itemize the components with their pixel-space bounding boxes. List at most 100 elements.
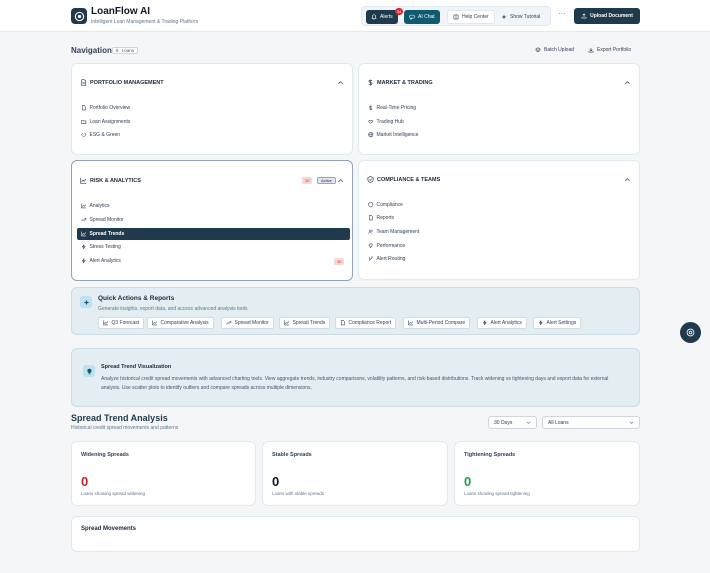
loans-count: 8: [116, 48, 119, 53]
loan-filter-select[interactable]: All Loans: [542, 416, 640, 429]
chevron-up-icon[interactable]: [624, 176, 631, 183]
layers-icon: [535, 47, 541, 53]
help-center-button[interactable]: Help Center: [447, 10, 495, 24]
dollar-icon: [368, 79, 373, 86]
sidebar-item-analytics[interactable]: Analytics: [77, 200, 350, 212]
more-menu-button[interactable]: ···: [558, 9, 566, 18]
spread-trend-info-panel: Spread Trend Visualization Analyze histo…: [71, 348, 640, 407]
sidebar-item-portfolio-overview[interactable]: Portfolio Overview: [77, 102, 350, 114]
compliance-teams-header[interactable]: COMPLIANCE & TEAMS: [367, 176, 440, 183]
compliance-report-button[interactable]: Compliance Report: [335, 317, 397, 329]
stat-note: Loans with stable spreads: [272, 491, 325, 496]
lightning-icon: [81, 244, 86, 250]
sidebar-item-trading-hub[interactable]: Trading Hub: [364, 116, 637, 128]
sidebar-item-label: Spread Trends: [89, 231, 125, 237]
sidebar-item-team-management[interactable]: Team Management: [364, 226, 637, 238]
sidebar-item-label: Analytics: [89, 203, 110, 209]
loans-count-label: Loans: [121, 48, 135, 53]
sidebar-item-spread-trends[interactable]: Spread Trends: [77, 228, 350, 240]
line-chart-icon: [81, 231, 87, 237]
ai-chat-button[interactable]: AI Chat: [404, 10, 440, 24]
sidebar-item-loan-assignments[interactable]: Loan Assignments: [77, 116, 350, 128]
chevron-up-icon[interactable]: [337, 177, 344, 184]
floating-help-button[interactable]: [680, 322, 701, 343]
sparkle-icon: [501, 14, 507, 20]
spread-monitor-button[interactable]: Spread Monitor: [221, 317, 274, 329]
alert-analytics-button[interactable]: Alert Analytics: [477, 317, 527, 329]
spread-trend-analysis-subtitle: Historical credit spread movements and p…: [71, 425, 179, 431]
chevron-up-icon[interactable]: [337, 79, 344, 86]
file-icon: [82, 105, 86, 111]
line-chart-icon: [103, 320, 109, 326]
users-icon: [368, 230, 373, 234]
portfolio-management-header[interactable]: PORTFOLIO MANAGEMENT: [80, 79, 164, 86]
sidebar-item-label: Compliance: [376, 202, 403, 208]
show-tutorial-button[interactable]: Show Tutorial: [496, 10, 545, 24]
export-portfolio-button[interactable]: Export Portfolio: [588, 47, 631, 53]
sidebar-item-compliance[interactable]: Compliance: [364, 199, 637, 211]
lightbulb-icon: [86, 368, 92, 374]
period-select-value: 30 Days: [494, 419, 513, 426]
sidebar-item-alert-routing[interactable]: Alert Routing: [364, 253, 637, 265]
document-icon: [341, 320, 345, 326]
alerts-label: Alerts: [380, 14, 393, 20]
sidebar-item-real-time-pricing[interactable]: Real-Time Pricing: [364, 102, 637, 114]
upload-icon: [581, 13, 587, 19]
sidebar-item-label: Alert Analytics: [89, 258, 121, 264]
period-select[interactable]: 30 Days: [488, 416, 537, 429]
batch-upload-label: Batch Upload: [544, 47, 575, 53]
loan-filter-value: All Loans: [548, 419, 569, 426]
multi-period-compare-button[interactable]: Multi-Period Compare: [403, 317, 471, 329]
spread-trends-button[interactable]: Spread Trends: [279, 317, 331, 329]
stat-title: Widening Spreads: [81, 452, 129, 458]
help-center-label: Help Center: [462, 14, 489, 20]
alerts-button[interactable]: Alerts 34: [366, 8, 403, 24]
comparative-analysis-button[interactable]: Comparative Analysis: [147, 317, 214, 329]
risk-count-badge: 10: [302, 177, 313, 184]
stat-note: Loans showing spread tightening: [464, 491, 530, 496]
sidebar-item-label: Trading Hub: [376, 119, 404, 125]
batch-upload-button[interactable]: Batch Upload: [535, 47, 574, 53]
chevron-up-icon[interactable]: [624, 79, 631, 86]
document-icon: [81, 79, 87, 86]
git-branch-icon: [369, 256, 373, 262]
shield-icon: [368, 202, 374, 208]
risk-analytics-title: RISK & ANALYTICS: [90, 177, 141, 184]
spread-movements-card: Spread Movements: [71, 516, 640, 552]
sidebar-item-label: Market Intelligence: [376, 132, 419, 138]
upload-document-button[interactable]: Upload Document: [574, 8, 640, 24]
line-chart-icon: [284, 320, 290, 326]
alert-analytics-label: Alert Analytics: [490, 320, 522, 326]
quick-actions-panel: Quick Actions & Reports Generate insight…: [71, 287, 640, 335]
sidebar-item-label: Portfolio Overview: [89, 105, 131, 111]
chat-icon: [409, 14, 415, 20]
sidebar-item-reports[interactable]: Reports: [364, 212, 637, 224]
risk-analytics-card: RISK & ANALYTICS 10 Active Analytics Spr…: [71, 160, 353, 281]
stat-value: 0: [272, 474, 280, 489]
recycle-icon: [81, 133, 87, 138]
alert-analytics-badge: 10: [334, 258, 345, 265]
sidebar-item-label: ESG & Green: [89, 132, 121, 138]
handshake-icon: [368, 120, 374, 124]
navigation-title: Navigation: [71, 46, 112, 55]
sidebar-item-spread-monitor[interactable]: Spread Monitor: [77, 214, 350, 226]
line-chart-icon: [81, 203, 87, 209]
lightning-icon: [81, 258, 86, 264]
line-chart-icon: [80, 177, 87, 184]
sidebar-item-stress-testing[interactable]: Stress Testing: [77, 241, 350, 253]
sidebar-item-alert-analytics[interactable]: Alert Analytics: [77, 255, 350, 267]
multi-period-compare-label: Multi-Period Compare: [416, 320, 466, 326]
sidebar-item-label: Alert Routing: [376, 256, 406, 262]
sidebar-item-performance[interactable]: Performance: [364, 240, 637, 252]
market-trading-header[interactable]: MARKET & TRADING: [367, 79, 433, 86]
app-subtitle: Intelligent Loan Management & Trading Pl…: [91, 19, 199, 25]
q3-forecast-label: Q3 Forecast: [111, 320, 140, 326]
alert-settings-button[interactable]: Alert Settings: [533, 317, 582, 329]
sidebar-item-market-intelligence[interactable]: Market Intelligence: [364, 129, 637, 141]
bell-icon: [371, 14, 377, 20]
risk-analytics-header[interactable]: RISK & ANALYTICS: [80, 177, 141, 184]
info-title: Spread Trend Visualization: [101, 364, 172, 370]
lightning-icon: [482, 320, 487, 326]
sidebar-item-esg-green[interactable]: ESG & Green: [77, 129, 350, 141]
q3-forecast-button[interactable]: Q3 Forecast: [98, 317, 145, 329]
